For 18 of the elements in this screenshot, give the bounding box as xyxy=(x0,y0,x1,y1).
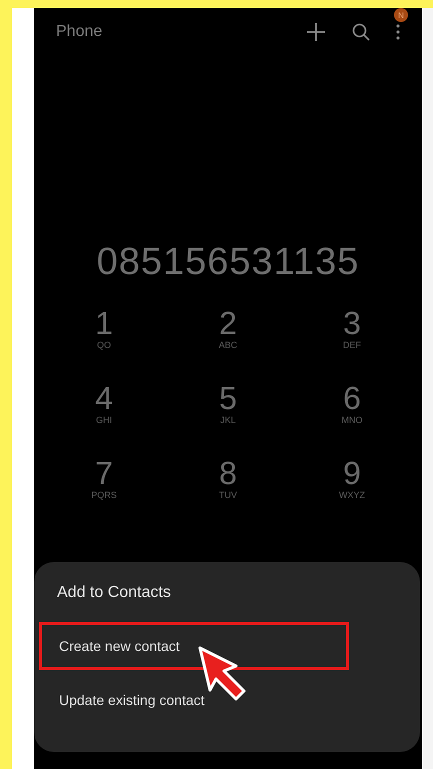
menu-option[interactable]: Create new contact xyxy=(39,622,349,670)
dial-key[interactable]: 1 QO xyxy=(42,306,166,351)
dial-key[interactable]: 2 ABC xyxy=(166,306,290,351)
dial-key[interactable]: 8 TUV xyxy=(166,456,290,501)
app-title: Phone xyxy=(56,23,102,41)
notification-badge: N xyxy=(394,8,408,22)
menu-option[interactable]: Update existing contact xyxy=(39,676,349,724)
search-icon[interactable] xyxy=(352,23,370,41)
dial-key[interactable]: 9 WXYZ xyxy=(290,456,414,501)
dial-key[interactable]: 7 PQRS xyxy=(42,456,166,501)
dial-key[interactable]: 6 MNO xyxy=(290,381,414,426)
dial-key[interactable]: 5 JKL xyxy=(166,381,290,426)
add-icon[interactable] xyxy=(306,22,326,42)
more-icon[interactable] xyxy=(396,23,400,41)
sheet-title: Add to Contacts xyxy=(56,584,172,602)
dial-key[interactable]: 3 DEF xyxy=(290,306,414,351)
dialed-number: 085156531135 xyxy=(96,241,360,284)
dial-key[interactable]: 4 GHI xyxy=(42,381,166,426)
